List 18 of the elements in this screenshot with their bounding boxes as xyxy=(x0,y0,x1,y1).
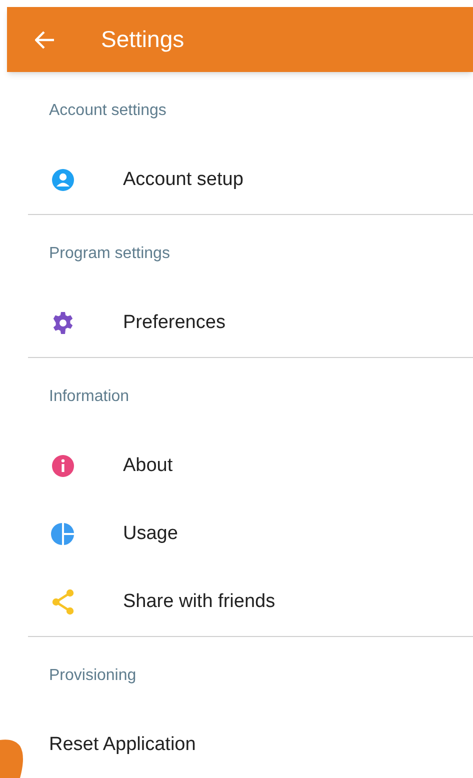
back-arrow-icon xyxy=(35,30,55,48)
pie-chart-icon xyxy=(51,522,75,546)
share-icon xyxy=(51,589,75,615)
settings-item[interactable]: About xyxy=(28,432,473,500)
settings-item[interactable]: Share with friends xyxy=(28,568,473,636)
settings-item[interactable]: Account setup xyxy=(28,146,473,214)
info-icon xyxy=(51,454,75,478)
settings-item[interactable]: Reset Application xyxy=(28,711,473,778)
person-icon xyxy=(51,168,75,192)
section-header: Program settings xyxy=(49,244,170,264)
settings-item[interactable]: Usage xyxy=(28,500,473,568)
section-header: Provisioning xyxy=(49,666,136,686)
app-bar-title: Settings xyxy=(101,25,184,54)
section-header: Account settings xyxy=(49,101,166,121)
settings-item[interactable]: Preferences xyxy=(28,289,473,357)
section-header: Information xyxy=(49,387,130,407)
edge-tab-shape xyxy=(0,738,24,778)
gear-icon xyxy=(51,311,75,335)
